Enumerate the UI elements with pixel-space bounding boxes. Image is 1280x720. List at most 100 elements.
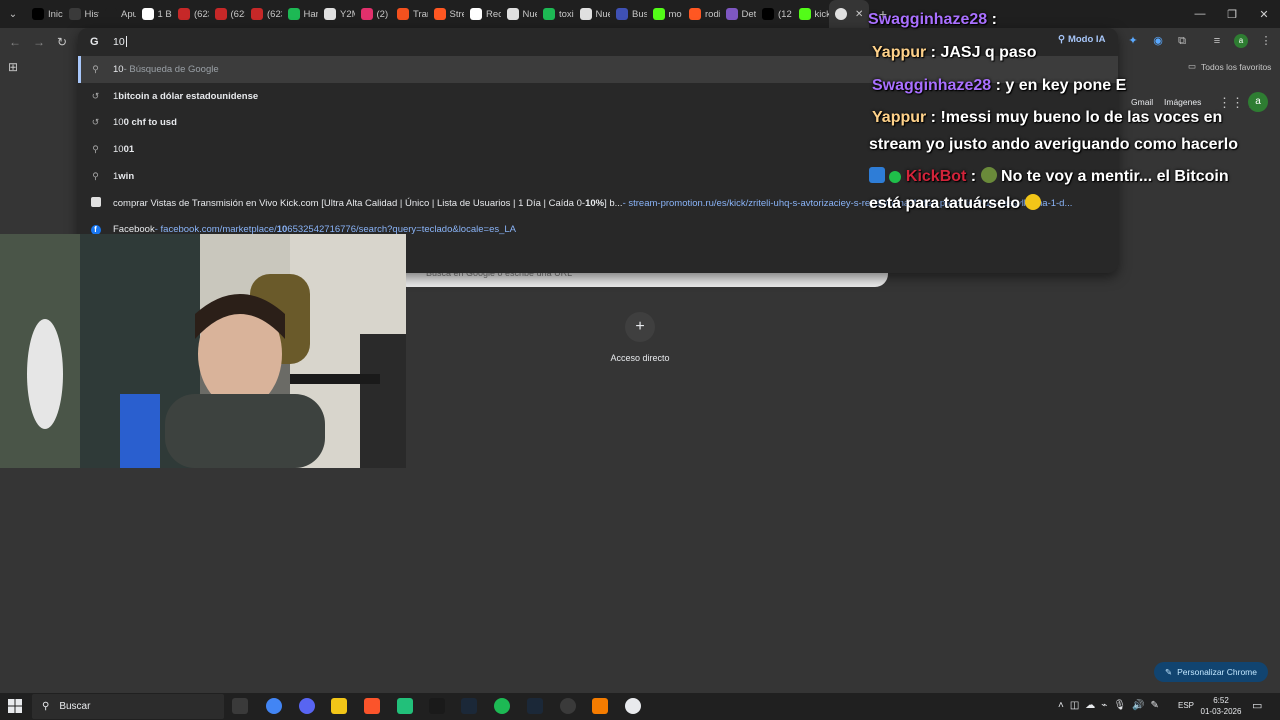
browser-tab[interactable]: Trans (391, 0, 428, 28)
chevron-up-icon[interactable]: ˄ (1058, 700, 1064, 711)
browser-tab[interactable]: Harc (282, 0, 319, 28)
media-controls-icon[interactable]: ≡ (1210, 34, 1224, 48)
steam-taskbar-icon-2[interactable] (527, 698, 543, 714)
browser-tab[interactable]: Inicio (26, 0, 63, 28)
tab-title: rodi (705, 8, 720, 20)
chat-separator: : (987, 11, 997, 28)
google-g-icon: G (90, 36, 99, 48)
taskbar-search[interactable]: ⚲ Buscar (32, 694, 224, 719)
discord-taskbar-icon[interactable] (299, 698, 315, 714)
forward-button[interactable]: → (31, 34, 47, 50)
browser-tab[interactable]: Nue (574, 0, 611, 28)
browser-tab[interactable]: rodi (683, 0, 720, 28)
file-explorer-icon[interactable] (331, 698, 347, 714)
tab-strip: ⌄ Inicio Histo Apul 1 Bit (623 (623 (623 Harc Y2… (0, 0, 1280, 28)
suggestion-text: ] b... (604, 197, 623, 209)
extension-translate-icon[interactable]: ✦ (1126, 34, 1140, 48)
youtube-icon (178, 8, 190, 20)
chat-username: Yappur (872, 109, 927, 126)
windows-taskbar: ⚲ Buscar ˄ ◫ ☁ ⌁ 🎙 🔊 ✎ ESP 6:52 01-03-20… (0, 693, 1280, 720)
browser-tab[interactable]: Recib (464, 0, 501, 28)
steam-taskbar-icon[interactable] (461, 698, 477, 714)
browser-tab[interactable]: Apul (99, 0, 136, 28)
speaker-icon[interactable]: 🔊 (1132, 700, 1144, 711)
back-button[interactable]: ← (7, 34, 23, 50)
tab-title: Harc (303, 8, 319, 20)
taskbar-search-label: Buscar (59, 701, 91, 712)
obs-taskbar-icon[interactable] (560, 698, 576, 714)
browser-tab[interactable]: Histo (63, 0, 99, 28)
browser-tab[interactable]: Busc (610, 0, 647, 28)
kick-icon (798, 8, 811, 20)
chat-username: Swagginhaze28 (868, 11, 988, 28)
cloud-icon[interactable]: ☁ (1085, 700, 1095, 711)
windows-start-icon[interactable] (8, 699, 22, 713)
chatgpt-icon (506, 8, 519, 20)
restore-button[interactable]: ❐ (1216, 0, 1248, 28)
chrome-menu-icon[interactable]: ⋮ (1259, 34, 1273, 48)
chat-username: Swagginhaze28 (872, 77, 992, 94)
close-tab-icon[interactable]: ✕ (855, 9, 863, 20)
emote-icon (980, 167, 997, 183)
fl-studio-taskbar-icon[interactable] (592, 698, 608, 714)
brave-taskbar-icon[interactable] (364, 698, 380, 714)
customize-chrome-button[interactable]: ✎ Personalizar Chrome (1154, 662, 1268, 682)
tab-title: (623 (194, 8, 209, 20)
ntp-account-avatar[interactable]: a (1248, 92, 1268, 112)
extensions-puzzle-icon[interactable]: ⧉ (1175, 34, 1189, 48)
reload-button[interactable]: ↻ (54, 34, 70, 50)
tray-app-icon[interactable]: ◫ (1070, 700, 1079, 711)
browser-tab[interactable]: Y2M (318, 0, 355, 28)
browser-tab[interactable]: (623 (209, 0, 246, 28)
tab-title: 1 Bit (157, 8, 173, 20)
tab-title: (2) Ir (376, 8, 392, 20)
usb-icon[interactable]: ⌁ (1101, 700, 1107, 711)
chat-text: JASJ q paso (940, 44, 1037, 61)
spotify-taskbar-icon[interactable] (494, 698, 510, 714)
suggestion-text: 0 chf to usd (123, 117, 177, 129)
tab-title: Nue (522, 8, 538, 20)
browser-tab[interactable]: 1 Bit (136, 0, 173, 28)
chat-message: Yappur : !messi muy bueno lo de las voce… (872, 104, 1222, 131)
browser-tab[interactable]: Dete (720, 0, 756, 28)
extension-icon[interactable]: ◉ (1151, 34, 1165, 48)
browser-tab[interactable]: (623 (245, 0, 282, 28)
omnibox-text[interactable]: 10 (113, 36, 127, 48)
clock[interactable]: 6:52 01-03-2026 (1198, 695, 1244, 717)
pen-icon[interactable]: ✎ (1150, 700, 1158, 711)
microphone-icon[interactable]: 🎙 (1113, 700, 1126, 711)
minimize-button[interactable]: — (1184, 0, 1216, 28)
browser-tab[interactable]: kick (793, 0, 829, 28)
apps-shortcut-icon[interactable]: ⊞ (8, 60, 18, 74)
tab-title: Strea (449, 8, 465, 20)
app-taskbar-icon[interactable] (429, 698, 445, 714)
history-icon: ↺ (91, 90, 100, 101)
close-window-button[interactable]: ✕ (1248, 0, 1280, 28)
language-indicator[interactable]: ESP (1178, 701, 1194, 710)
tab-title: Nue (595, 8, 611, 20)
profile-avatar[interactable]: a (1234, 34, 1248, 48)
browser-tab[interactable]: (2) Ir (355, 0, 392, 28)
browser-tab[interactable]: toxic (537, 0, 574, 28)
chat-message: Yappur : JASJ q paso (872, 39, 1036, 66)
app-icon (105, 8, 117, 20)
tab-title: (623 (267, 8, 282, 20)
browser-tab[interactable]: (12 (756, 0, 793, 28)
browser-tab[interactable]: (623 (172, 0, 209, 28)
tab-search-button[interactable]: ⌄ (0, 0, 26, 28)
browser-tab[interactable]: Nue (501, 0, 538, 28)
ai-mode-button[interactable]: ⚲ Modo IA (1058, 34, 1105, 45)
browser-tab[interactable]: Strea (428, 0, 465, 28)
task-view-icon[interactable] (232, 698, 248, 714)
store-taskbar-icon[interactable] (397, 698, 413, 714)
notifications-icon[interactable]: ▭ (1252, 699, 1262, 712)
all-bookmarks-folder[interactable]: ▭ Todos los favoritos (1188, 61, 1271, 72)
browser-tab[interactable]: mo (647, 0, 684, 28)
suggestion-text: comprar Vistas de Transmisión en Vivo Ki… (113, 197, 586, 209)
active-tab[interactable]: ✕ (829, 0, 869, 28)
add-shortcut-button[interactable]: + (625, 312, 655, 342)
media-player-taskbar-icon[interactable] (625, 698, 641, 714)
chrome-taskbar-icon[interactable] (266, 698, 282, 714)
tab-title: (623 (230, 8, 246, 20)
clock-date: 01-03-2026 (1200, 707, 1242, 716)
